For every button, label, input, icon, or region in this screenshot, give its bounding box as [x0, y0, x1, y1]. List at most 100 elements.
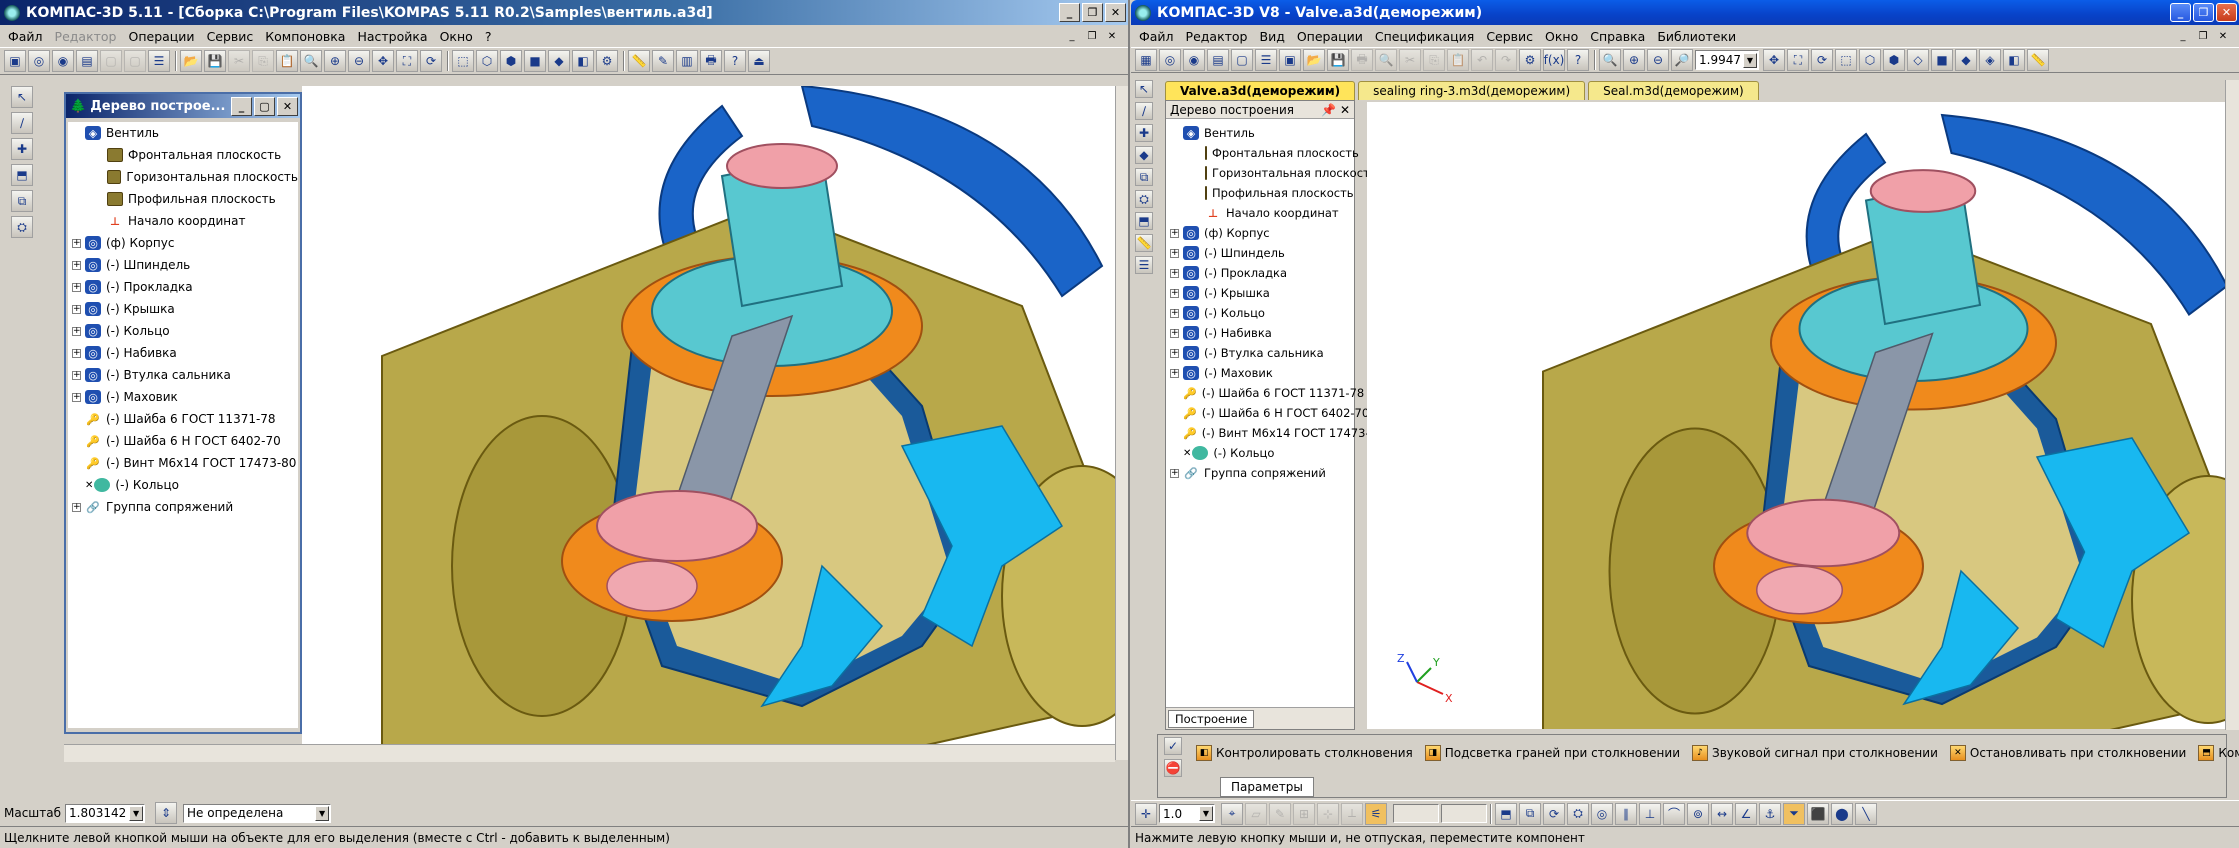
orientation-icon[interactable]: ⬚: [1835, 49, 1857, 71]
manager-icon[interactable]: ▦: [1135, 49, 1157, 71]
new-fragment-icon[interactable]: ▢: [1231, 49, 1253, 71]
expand-icon[interactable]: +: [1170, 228, 1179, 238]
tree-item[interactable]: 🔑 (-) Винт М6х14 ГОСТ 17473-80: [72, 452, 298, 474]
tree-item[interactable]: + ◎ (-) Набивка: [1170, 323, 1352, 343]
tree-item[interactable]: 🔑 (-) Шайба 6 ГОСТ 11371-78: [72, 408, 298, 430]
geometry-tool-icon[interactable]: ∕: [11, 112, 33, 134]
tab-seal[interactable]: Seal.m3d(деморежим): [1588, 81, 1759, 100]
close-button[interactable]: ✕: [2216, 3, 2237, 22]
mdi-close-button[interactable]: ✕: [2215, 29, 2231, 43]
library-icon[interactable]: ▥: [676, 50, 698, 72]
fit-icon[interactable]: ⛶: [396, 50, 418, 72]
plane-select-icon[interactable]: ▱: [1245, 802, 1267, 825]
model-viewport-right[interactable]: X Y Z: [1367, 102, 2225, 729]
angle-icon[interactable]: ∠: [1735, 802, 1757, 825]
mdi-minimize-button[interactable]: _: [2175, 29, 2191, 43]
paste-icon[interactable]: 📋: [1447, 49, 1469, 71]
open-icon[interactable]: 📂: [180, 50, 202, 72]
component-option[interactable]: ⬒Компоне: [2194, 745, 2239, 761]
scale-field[interactable]: 1.803142 ▼: [65, 803, 146, 823]
tree-minimize-button[interactable]: _: [231, 96, 252, 116]
tree-item[interactable]: + ◎ (-) Шпиндель: [72, 254, 298, 276]
tree-item[interactable]: ✕ (-) Кольцо: [1170, 443, 1352, 463]
expand-icon[interactable]: +: [72, 370, 81, 380]
properties-icon[interactable]: ⚙: [596, 50, 618, 72]
save-icon[interactable]: 💾: [1327, 49, 1349, 71]
menu-file[interactable]: Файл: [1133, 29, 1180, 44]
coord-x-field[interactable]: [1393, 804, 1439, 823]
geometry-tool-icon[interactable]: ∕: [1135, 102, 1153, 120]
preview-icon[interactable]: 🔍: [1375, 49, 1397, 71]
new-icon[interactable]: ▣: [1279, 49, 1301, 71]
new-drawing-icon[interactable]: ▤: [1207, 49, 1229, 71]
tree-item[interactable]: + ◎ (-) Прокладка: [1170, 263, 1352, 283]
component-move-icon[interactable]: ⬒: [1495, 802, 1517, 825]
hole-icon[interactable]: ⬤: [1831, 802, 1853, 825]
wireframe-icon[interactable]: ⬡: [1859, 49, 1881, 71]
select-tool-icon[interactable]: ↖: [11, 86, 33, 108]
tree-item[interactable]: Фронтальная плоскость: [72, 144, 298, 166]
snap-icon[interactable]: ⊹: [1317, 802, 1339, 825]
chevron-down-icon[interactable]: ▼: [315, 805, 330, 821]
tree-item[interactable]: + ◎ (-) Втулка сальника: [72, 364, 298, 386]
tab-parameters[interactable]: Параметры: [1220, 777, 1314, 797]
model-viewport-left[interactable]: [302, 86, 1115, 760]
chevron-down-icon[interactable]: ▼: [1743, 52, 1757, 68]
cs-icon[interactable]: ⌖: [1221, 802, 1243, 825]
menu-file[interactable]: Файл: [2, 29, 49, 44]
undo-icon[interactable]: ↶: [1471, 49, 1493, 71]
menu-service[interactable]: Сервис: [201, 29, 260, 44]
tree-item[interactable]: + ◎ (-) Маховик: [72, 386, 298, 408]
menu-layout[interactable]: Компоновка: [259, 29, 351, 44]
new-document-icon[interactable]: ▢: [124, 50, 146, 72]
tree-item[interactable]: + ◎ (-) Шпиндель: [1170, 243, 1352, 263]
perpendicular-icon[interactable]: ⊥: [1639, 802, 1661, 825]
shaded-icon[interactable]: ■: [524, 50, 546, 72]
expand-icon[interactable]: +: [72, 392, 81, 402]
tree-item[interactable]: + ◎ (-) Втулка сальника: [1170, 343, 1352, 363]
tab-sealing-ring[interactable]: sealing ring-3.m3d(деморежим): [1358, 81, 1586, 100]
horizontal-scrollbar[interactable]: [64, 744, 1115, 762]
print-icon[interactable]: 🖶: [700, 50, 722, 72]
assembly-tool-icon[interactable]: ⛭: [11, 216, 33, 238]
save-icon[interactable]: 💾: [204, 50, 226, 72]
paste-icon[interactable]: 📋: [276, 50, 298, 72]
menu-window[interactable]: Окно: [1539, 29, 1584, 44]
measure-tool-icon[interactable]: 📏: [1135, 234, 1153, 252]
spec-tool-icon[interactable]: ☰: [1135, 256, 1153, 274]
edit-tool-icon[interactable]: ✚: [11, 138, 33, 160]
menu-specification[interactable]: Спецификация: [1369, 29, 1480, 44]
fix-icon[interactable]: ⚓: [1759, 802, 1781, 825]
step-field[interactable]: 1.0 ▼: [1159, 804, 1215, 823]
edit-component-icon[interactable]: ✎: [652, 50, 674, 72]
pin-icon[interactable]: 📌: [1321, 103, 1336, 117]
surface-tool-icon[interactable]: ◆: [1135, 146, 1153, 164]
tree-item[interactable]: + ◎ (-) Кольцо: [72, 320, 298, 342]
tree-item[interactable]: + ◎ (ф) Корпус: [72, 232, 298, 254]
rotate-icon[interactable]: ⟳: [1811, 49, 1833, 71]
tree-item[interactable]: Профильная плоскость: [1170, 183, 1354, 203]
help-pointer-icon[interactable]: ?: [724, 50, 746, 72]
hidden-lines-icon[interactable]: ⬢: [500, 50, 522, 72]
expand-icon[interactable]: +: [1170, 308, 1179, 318]
expand-icon[interactable]: +: [1170, 368, 1179, 378]
spec-icon[interactable]: ☰: [1255, 49, 1277, 71]
expand-icon[interactable]: +: [1170, 328, 1179, 338]
tree-item[interactable]: + ◎ (-) Кольцо: [1170, 303, 1352, 323]
tree-item[interactable]: ⊥ Начало координат: [1170, 203, 1352, 223]
check-collision-option[interactable]: ◧ Контролировать столкновения: [1192, 745, 1413, 761]
menu-settings[interactable]: Настройка: [351, 29, 433, 44]
zoom-window-icon[interactable]: 🔍: [1599, 49, 1621, 71]
expand-icon[interactable]: +: [72, 502, 81, 512]
cut-icon[interactable]: ✂: [228, 50, 250, 72]
menu-view[interactable]: Вид: [1254, 29, 1291, 44]
menu-libraries[interactable]: Библиотеки: [1651, 29, 1742, 44]
edit-tool-icon[interactable]: ✚: [1135, 124, 1153, 142]
perspective-icon[interactable]: ◆: [548, 50, 570, 72]
rotate-component-icon[interactable]: ⟳: [1543, 802, 1565, 825]
select-tool-icon[interactable]: ↖: [1135, 80, 1153, 98]
thin-lines-icon[interactable]: ◇: [1907, 49, 1929, 71]
vertical-scrollbar[interactable]: [1115, 86, 1128, 760]
minimize-button[interactable]: _: [2170, 3, 2191, 22]
array-tool-icon[interactable]: ⧉: [1135, 168, 1153, 186]
